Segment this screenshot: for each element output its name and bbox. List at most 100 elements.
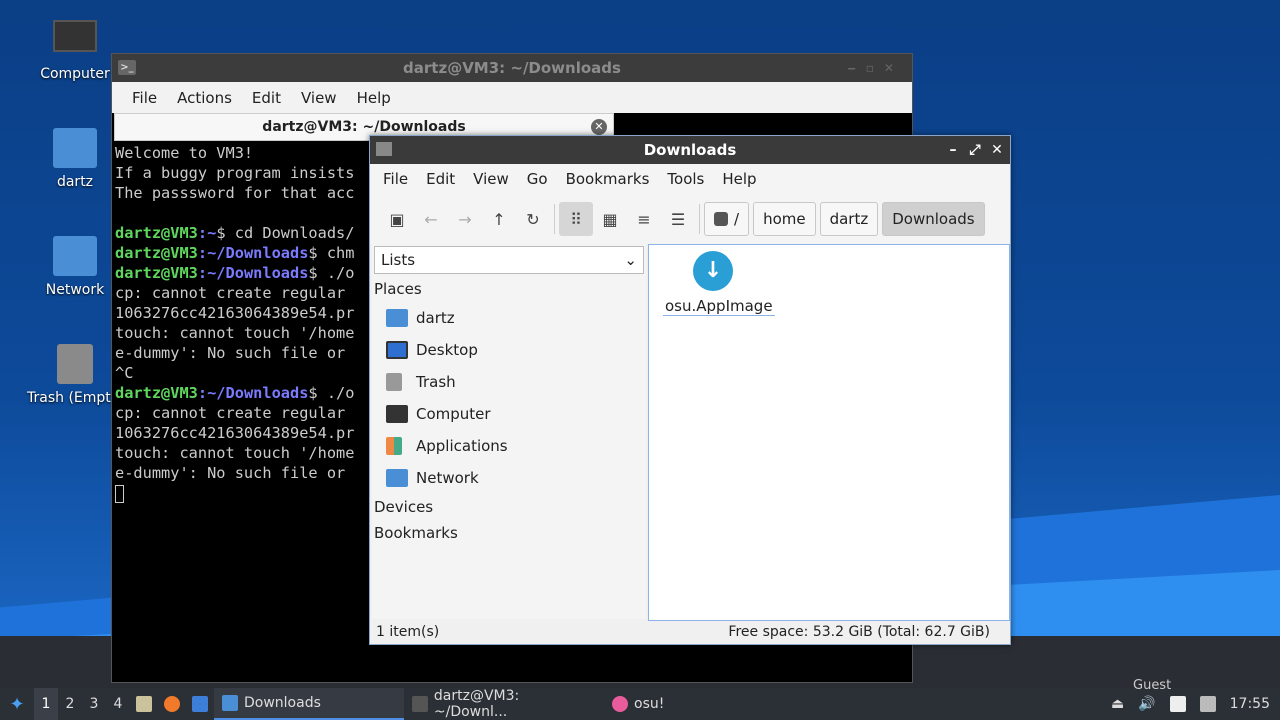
- file-manager-window[interactable]: Downloads – ⤢ ✕ File Edit View Go Bookma…: [369, 135, 1011, 645]
- menu-view[interactable]: View: [291, 89, 347, 107]
- terminal-title: dartz@VM3: ~/Downloads: [403, 59, 621, 77]
- computer-icon: [53, 20, 97, 52]
- terminal-icon: >_: [118, 60, 136, 75]
- eject-icon[interactable]: ⏏: [1111, 696, 1124, 712]
- item-count: 1 item(s): [376, 624, 440, 640]
- start-menu-icon[interactable]: ✦: [0, 688, 34, 720]
- thumbnail-view-icon[interactable]: ▦: [593, 202, 627, 236]
- menu-edit[interactable]: Edit: [417, 170, 464, 188]
- task-osu[interactable]: osu!: [604, 688, 672, 720]
- up-arrow-icon[interactable]: ↑: [482, 202, 516, 236]
- desktop-icon-label: Computer: [40, 66, 110, 82]
- network-folder-icon: [386, 469, 408, 487]
- chevron-down-icon: ⌄: [624, 251, 637, 269]
- desktop-icon-label: dartz: [56, 174, 94, 190]
- drive-icon: [714, 212, 728, 226]
- desktop-icon-computer[interactable]: Computer: [27, 20, 123, 82]
- user-label: Guest: [1133, 678, 1172, 693]
- toolbar-separator: [699, 204, 700, 234]
- window-controls[interactable]: ‒▫✕: [847, 54, 904, 82]
- menu-view[interactable]: View: [464, 170, 518, 188]
- tab-label: dartz@VM3: ~/Downloads: [262, 119, 466, 135]
- task-downloads[interactable]: Downloads: [214, 688, 404, 720]
- terminal-menubar: File Actions Edit View Help: [112, 82, 912, 113]
- breadcrumb-dartz[interactable]: dartz: [819, 202, 879, 236]
- folder-icon: [222, 695, 238, 711]
- place-network[interactable]: Network: [372, 462, 646, 494]
- file-manager-launcher-icon[interactable]: [130, 688, 158, 720]
- filemanager-toolbar: ▣ ← → ↑ ↻ ⠿ ▦ ≡ ☰ / home dartz Downloads: [370, 194, 1010, 244]
- desktop-icon-network[interactable]: Network: [27, 236, 123, 298]
- download-gear-icon: ↓: [693, 251, 733, 291]
- status-bar: 1 item(s) Free space: 53.2 GiB (Total: 6…: [370, 620, 1010, 644]
- place-dartz[interactable]: dartz: [372, 302, 646, 334]
- menu-tools[interactable]: Tools: [658, 170, 713, 188]
- new-tab-icon[interactable]: ▣: [380, 202, 414, 236]
- icon-view-icon[interactable]: ⠿: [559, 202, 593, 236]
- menu-go[interactable]: Go: [518, 170, 557, 188]
- place-trash[interactable]: Trash: [372, 366, 646, 398]
- workspace-1[interactable]: 1: [34, 688, 58, 720]
- file-name: osu.AppImage: [663, 297, 775, 316]
- menu-file[interactable]: File: [122, 89, 167, 107]
- filemanager-titlebar[interactable]: Downloads – ⤢ ✕: [370, 136, 1010, 164]
- workspace-3[interactable]: 3: [82, 688, 106, 720]
- close-tab-icon[interactable]: ✕: [591, 119, 607, 135]
- task-terminal[interactable]: dartz@VM3: ~/Downl...: [404, 688, 604, 720]
- close-icon[interactable]: ✕: [990, 136, 1004, 164]
- menu-help[interactable]: Help: [347, 89, 401, 107]
- clock[interactable]: 17:55: [1230, 696, 1270, 712]
- side-pane-mode-select[interactable]: Lists ⌄: [374, 246, 644, 274]
- breadcrumb-home[interactable]: home: [753, 202, 816, 236]
- desktop-icon-home[interactable]: dartz: [27, 128, 123, 190]
- volume-icon[interactable]: 🔊: [1138, 696, 1155, 712]
- maximize-icon[interactable]: ⤢: [968, 136, 982, 164]
- terminal-titlebar[interactable]: >_ dartz@VM3: ~/Downloads ‒▫✕: [112, 54, 912, 82]
- desktop-icon: [386, 341, 408, 359]
- menu-actions[interactable]: Actions: [167, 89, 242, 107]
- back-arrow-icon[interactable]: ←: [414, 202, 448, 236]
- section-devices[interactable]: Devices: [372, 494, 646, 520]
- terminal-cursor: [115, 484, 124, 503]
- menu-bookmarks[interactable]: Bookmarks: [557, 170, 659, 188]
- free-space: Free space: 53.2 GiB (Total: 62.7 GiB): [728, 624, 990, 640]
- computer-icon: [386, 405, 408, 423]
- breadcrumb-root[interactable]: /: [704, 202, 750, 236]
- terminal-icon: [412, 696, 428, 712]
- menu-help[interactable]: Help: [713, 170, 765, 188]
- network-folder-icon: [53, 236, 97, 276]
- side-pane: Lists ⌄ Places dartz Desktop Trash Comput…: [372, 244, 646, 619]
- breadcrumb-downloads[interactable]: Downloads: [882, 202, 985, 236]
- workspace-4[interactable]: 4: [106, 688, 130, 720]
- taskbar: ✦ 1 2 3 4 Downloads dartz@VM3: ~/Downl..…: [0, 688, 1280, 720]
- place-desktop[interactable]: Desktop: [372, 334, 646, 366]
- firefox-icon[interactable]: [158, 688, 186, 720]
- file-view[interactable]: ↓ osu.AppImage: [648, 244, 1010, 621]
- compact-view-icon[interactable]: ≡: [627, 202, 661, 236]
- trash-icon: [386, 373, 402, 391]
- applications-icon: [386, 437, 402, 455]
- home-folder-icon: [386, 309, 408, 327]
- place-applications[interactable]: Applications: [372, 430, 646, 462]
- menu-file[interactable]: File: [374, 170, 417, 188]
- desktop-icon-label: Trash (Empty): [27, 390, 125, 406]
- home-folder-icon: [53, 128, 97, 168]
- detailed-list-icon[interactable]: ☰: [661, 202, 695, 236]
- network-tray-icon[interactable]: [1199, 696, 1216, 712]
- toolbar-separator: [554, 204, 555, 234]
- section-places[interactable]: Places: [372, 276, 646, 302]
- file-item[interactable]: ↓ osu.AppImage: [663, 251, 775, 316]
- filemanager-title: Downloads: [643, 141, 737, 159]
- place-computer[interactable]: Computer: [372, 398, 646, 430]
- show-desktop-icon[interactable]: [186, 688, 214, 720]
- workspace-2[interactable]: 2: [58, 688, 82, 720]
- forward-arrow-icon[interactable]: →: [448, 202, 482, 236]
- section-bookmarks[interactable]: Bookmarks: [372, 520, 646, 546]
- minimize-icon[interactable]: –: [946, 136, 960, 164]
- reload-icon[interactable]: ↻: [516, 202, 550, 236]
- menu-edit[interactable]: Edit: [242, 89, 291, 107]
- filemanager-menubar: File Edit View Go Bookmarks Tools Help: [370, 164, 1010, 194]
- clipboard-icon[interactable]: [1169, 696, 1186, 712]
- osu-icon: [612, 696, 628, 712]
- system-tray: ⏏ 🔊 17:55: [1111, 696, 1280, 712]
